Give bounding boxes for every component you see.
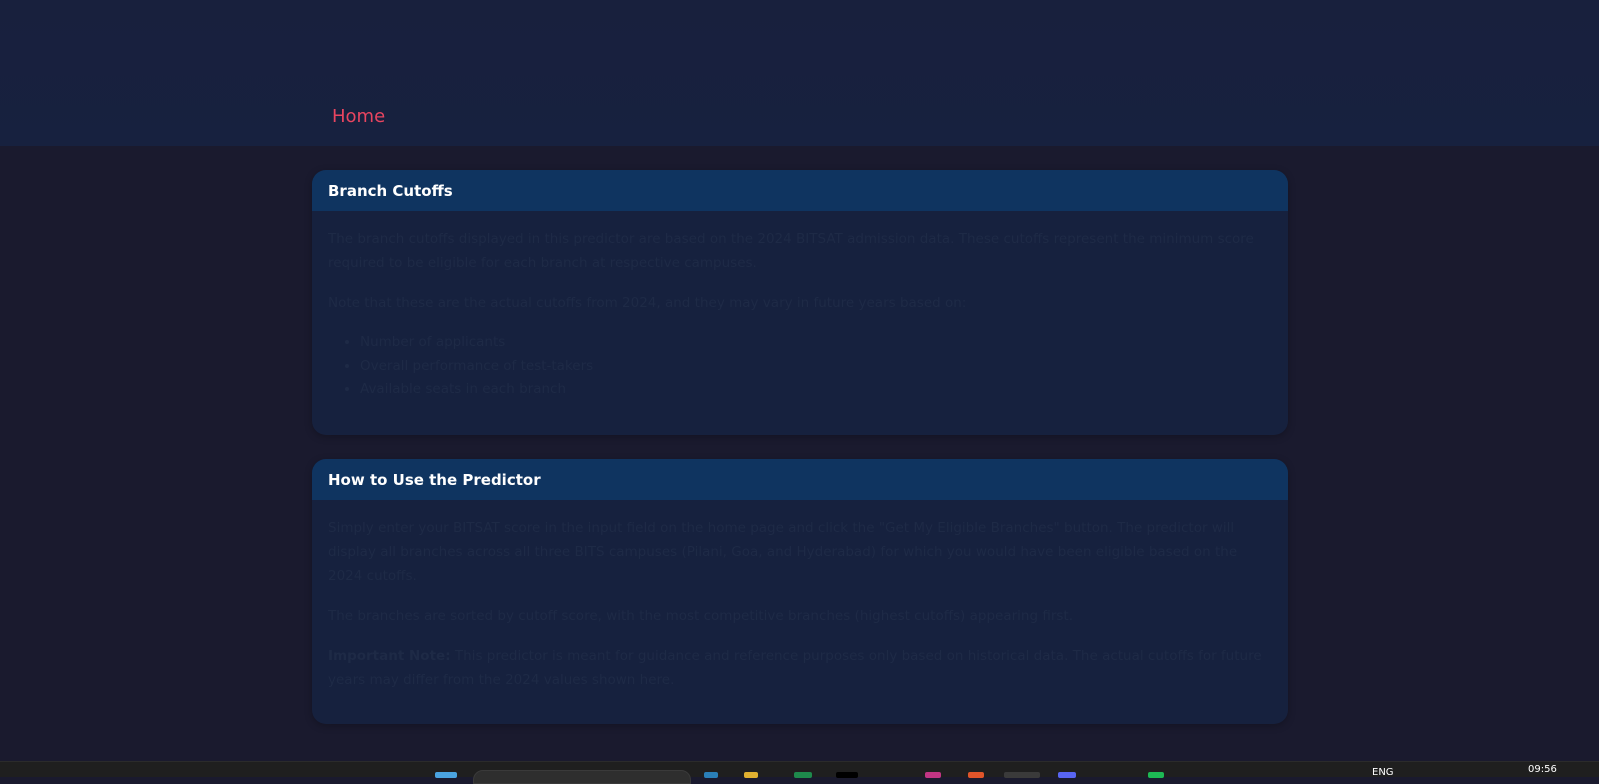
factor-list: Number of applicants Overall performance… xyxy=(328,331,1272,402)
card-title: How to Use the Predictor xyxy=(312,459,1288,500)
top-navbar: Home xyxy=(0,0,1599,146)
start-icon[interactable] xyxy=(435,772,457,778)
list-item: Overall performance of test-takers xyxy=(360,355,1272,379)
list-item: Number of applicants xyxy=(360,331,1272,355)
discord-icon[interactable] xyxy=(1058,772,1076,778)
taskbar-search-box[interactable] xyxy=(473,770,691,784)
folder-icon[interactable] xyxy=(744,772,758,778)
clock-time[interactable]: 09:56 xyxy=(1528,765,1557,775)
chrome-icon[interactable] xyxy=(1004,772,1040,778)
list-item: Available seats in each branch xyxy=(360,378,1272,402)
os-taskbar: ENG 09:56 xyxy=(0,761,1599,784)
language-indicator[interactable]: ENG xyxy=(1372,768,1394,778)
branch-cutoffs-card: Branch Cutoffs The branch cutoffs displa… xyxy=(312,170,1288,435)
card-paragraph: The branch cutoffs displayed in this pre… xyxy=(328,231,1254,271)
nav-home-link[interactable]: Home xyxy=(332,106,385,127)
card-paragraph: Note that these are the actual cutoffs f… xyxy=(328,295,967,311)
note-text: This predictor is meant for guidance and… xyxy=(328,648,1262,688)
terminal-icon[interactable] xyxy=(836,772,858,778)
card-body: The branch cutoffs displayed in this pre… xyxy=(312,211,1288,402)
card-paragraph: Simply enter your BITSAT score in the in… xyxy=(328,520,1238,584)
sheets-icon[interactable] xyxy=(794,772,812,778)
instagram-icon[interactable] xyxy=(925,772,941,778)
note-label: Important Note: xyxy=(328,648,451,664)
important-note: Important Note: This predictor is meant … xyxy=(328,644,1272,692)
spotify-icon[interactable] xyxy=(1148,772,1164,778)
card-title: Branch Cutoffs xyxy=(312,170,1288,211)
brave-icon[interactable] xyxy=(968,772,984,778)
how-to-use-card: How to Use the Predictor Simply enter yo… xyxy=(312,459,1288,724)
edge-icon[interactable] xyxy=(704,772,718,778)
card-paragraph: The branches are sorted by cutoff score,… xyxy=(328,608,1073,624)
card-body: Simply enter your BITSAT score in the in… xyxy=(312,500,1288,692)
